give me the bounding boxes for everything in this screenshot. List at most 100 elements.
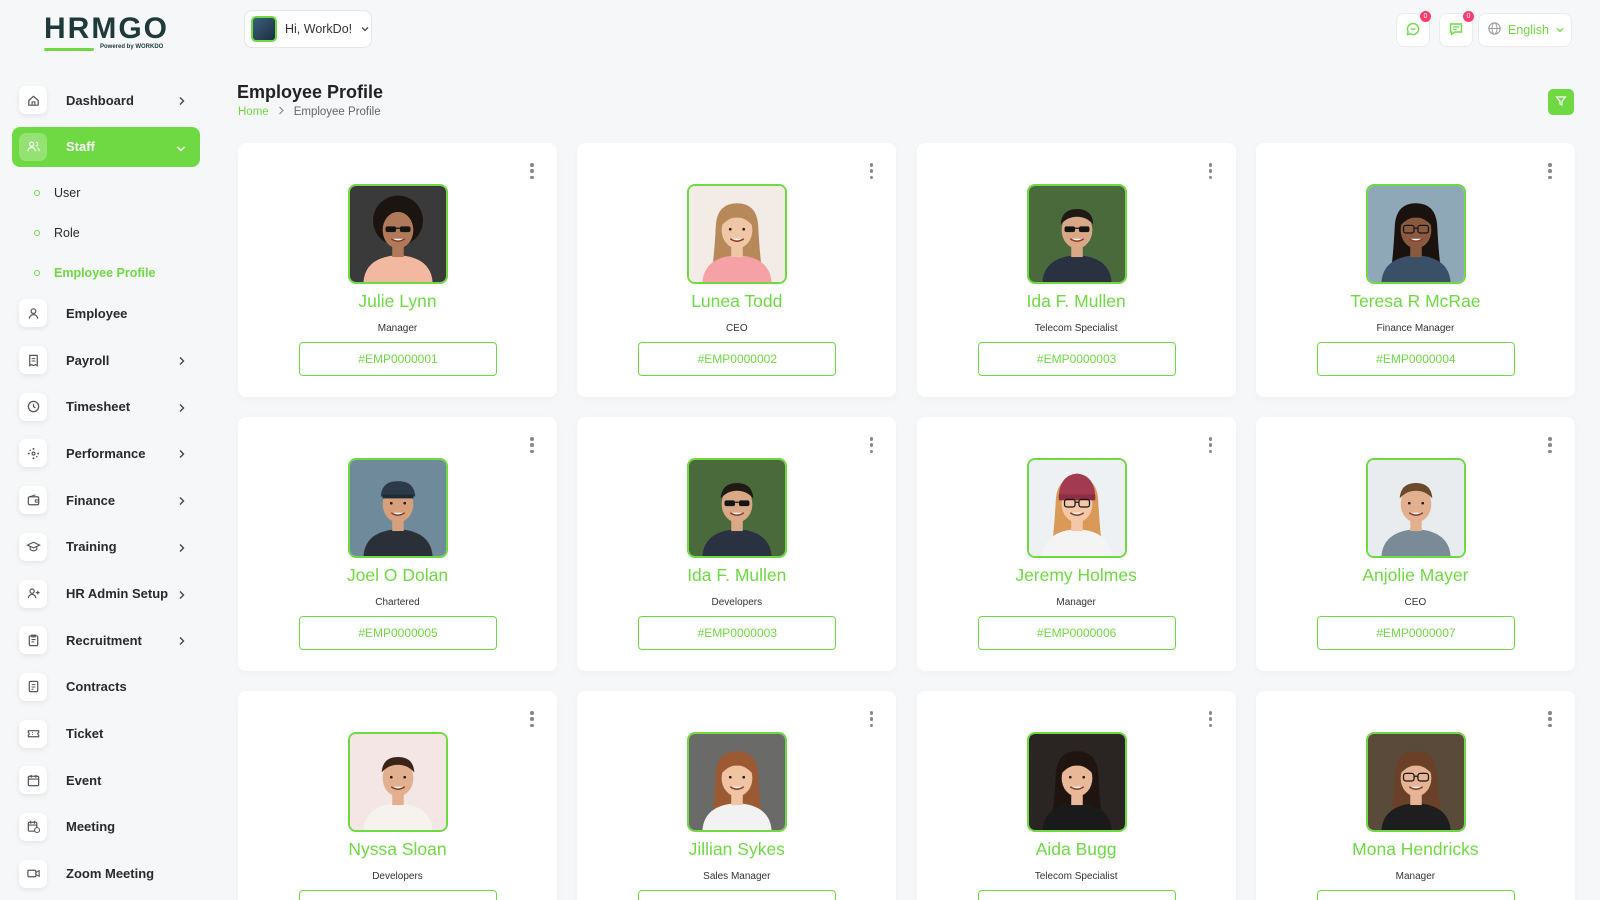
sidebar-item-label: Timesheet [66,399,131,415]
more-vertical-icon[interactable] [1206,163,1216,179]
employee-id-button[interactable]: #EMP0000007 [1316,616,1515,650]
more-vertical-icon[interactable] [527,711,537,727]
bullet-icon [34,190,40,197]
more-vertical-icon[interactable] [1206,711,1216,727]
employee-card: Jillian Sykes Sales Manager #EMP0000009 [577,691,897,900]
employee-card: Joel O Dolan Chartered #EMP0000005 [238,417,557,671]
sidebar-item-performance[interactable]: Performance [12,433,200,473]
employee-avatar [1026,732,1127,832]
message-square-icon [1448,21,1464,40]
breadcrumb: Home Employee Profile [238,106,381,118]
breadcrumb-home-link[interactable]: Home [238,106,269,118]
sidebar-item-contracts[interactable]: Contracts [12,667,200,707]
more-vertical-icon[interactable] [866,163,876,179]
employee-card: Teresa R McRae Finance Manager #EMP0000004 [1255,143,1575,397]
sidebar-item-label: Contracts [66,679,127,695]
more-vertical-icon[interactable] [527,163,537,179]
employee-card: Ida F. Mullen Developers #EMP0000003 [577,417,897,671]
sidebar-item-training[interactable]: Training [12,527,200,567]
language-selector[interactable]: English [1478,13,1572,47]
employee-role: Sales Manager [703,871,771,882]
employee-card: Ida F. Mullen Telecom Specialist #EMP00000… [916,143,1236,397]
sidebar-item-ticket[interactable]: Ticket [12,714,200,754]
calendar-clock-icon [19,812,47,841]
chevron-right-icon [178,94,186,109]
employee-id-button[interactable]: #EMP0000004 [1316,342,1515,376]
sidebar-item-zoom-meeting[interactable]: Zoom Meeting [12,854,200,894]
sidebar-item-employee[interactable]: Employee [12,293,200,333]
employee-name: Ida F. Mullen [687,565,787,585]
sidebar-item-meeting[interactable]: Meeting [12,807,200,847]
employee-id-button[interactable]: #EMP0000010 [977,890,1176,900]
sidebar-item-label: Training [66,539,117,555]
employee-card: Nyssa Sloan Developers #EMP0000008 [238,691,557,900]
employee-id-button[interactable]: #EMP0000003 [977,342,1176,376]
sidebar-item-label: Zoom Meeting [66,866,155,882]
sidebar-item-payroll[interactable]: Payroll [12,340,200,380]
messages-button[interactable]: 0 [1396,11,1431,47]
employee-name: Julie Lynn [358,291,437,311]
more-vertical-icon[interactable] [1545,711,1555,727]
sidebar: HRMGO Powered by WORKDO Dashboard Staff Us… [0,0,212,900]
sidebar-item-timesheet[interactable]: Timesheet [12,387,200,427]
sidebar-item-dashboard[interactable]: Dashboard [12,80,200,120]
employee-name: Jeremy Holmes [1015,565,1137,585]
employee-card: Jeremy Holmes Manager #EMP0000006 [916,417,1236,671]
sidebar-item-label: Performance [66,445,146,461]
employee-card: Julie Lynn Manager #EMP0000001 [238,143,557,397]
employee-role: CEO [725,323,748,334]
employee-id-button[interactable]: #EMP0000003 [638,616,837,650]
employee-id-button[interactable]: #EMP0000009 [638,890,837,900]
employee-id-button[interactable]: #EMP0000005 [299,616,497,650]
more-vertical-icon[interactable] [1206,437,1216,453]
notifications-button[interactable]: 0 [1439,11,1474,47]
sidebar-item-finance[interactable]: Finance [12,480,200,520]
employee-avatar [1365,184,1466,284]
employee-role: Manager [377,323,418,334]
employee-role: Developers [711,597,763,608]
user-menu-button[interactable]: Hi, WorkDo! [244,10,372,48]
sidebar-item-staff[interactable]: Staff [12,126,200,167]
submenu-item-employee-profile[interactable]: Employee Profile [34,253,200,293]
filter-icon [1555,95,1567,110]
sidebar-item-label: Recruitment [66,632,142,648]
staff-submenu: User Role Employee Profile [12,173,200,293]
more-vertical-icon[interactable] [1545,437,1555,453]
employee-avatar [687,458,788,558]
employee-id-button[interactable]: #EMP0000002 [638,342,837,376]
globe-icon [1487,21,1502,39]
brand-logo[interactable]: HRMGO Powered by WORKDO [44,14,174,54]
employee-role: Finance Manager [1376,323,1455,334]
chevron-right-icon [178,588,186,603]
employee-id-button[interactable]: #EMP0000001 [299,342,497,376]
video-icon [19,859,47,888]
user-greeting: Hi, WorkDo! [285,22,353,36]
submenu-item-user[interactable]: User [34,173,200,213]
sidebar-item-label: Event [66,772,102,788]
sidebar-item-recruitment[interactable]: Recruitment [12,620,200,660]
sidebar-item-hr-admin-setup[interactable]: HR Admin Setup [12,574,200,614]
submenu-item-role[interactable]: Role [34,213,200,253]
more-vertical-icon[interactable] [866,711,876,727]
chevron-down-icon [360,22,370,37]
employee-id-button[interactable]: #EMP0000011 [1316,890,1515,900]
sidebar-item-label: Meeting [66,819,116,835]
users-icon [19,132,47,161]
user-icon [19,299,47,328]
more-vertical-icon[interactable] [866,437,876,453]
filter-button[interactable] [1548,89,1574,115]
more-vertical-icon[interactable] [527,437,537,453]
sidebar-item-event[interactable]: Event [12,760,200,800]
employee-id-button[interactable]: #EMP0000006 [977,616,1176,650]
employee-card: Anjolie Mayer CEO #EMP0000007 [1255,417,1575,671]
employee-id-button[interactable]: #EMP0000008 [299,890,497,900]
wallet-icon [19,486,47,515]
employee-avatar [348,732,448,832]
employee-name: Nyssa Sloan [348,839,447,859]
ticket-icon [19,719,47,748]
language-label: English [1508,23,1549,37]
employee-name: Lunea Todd [691,291,783,311]
submenu-item-label: Employee Profile [54,266,156,281]
more-vertical-icon[interactable] [1545,163,1555,179]
employee-name: Jillian Sykes [688,839,785,859]
